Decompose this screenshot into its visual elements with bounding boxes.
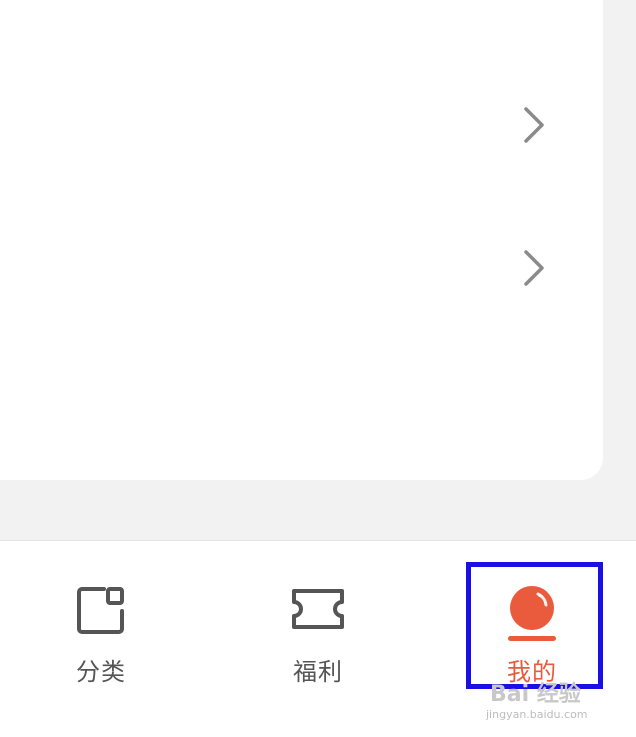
category-icon	[77, 587, 124, 634]
tab-label: 分类	[76, 658, 126, 686]
ticket-icon	[292, 589, 344, 629]
highlight-box	[466, 562, 603, 689]
watermark-logo: Bai 经验	[490, 682, 581, 707]
chevron-right-icon	[524, 250, 544, 286]
chevron-right-icon	[524, 107, 544, 143]
content-card	[0, 0, 603, 480]
tab-label: 福利	[293, 658, 343, 686]
tab-welfare[interactable]: 福利	[248, 541, 388, 701]
list-row[interactable]	[0, 208, 603, 328]
list-row[interactable]	[0, 65, 603, 185]
tab-category[interactable]: 分类	[31, 541, 171, 701]
watermark-url: jingyan.baidu.com	[486, 708, 588, 721]
